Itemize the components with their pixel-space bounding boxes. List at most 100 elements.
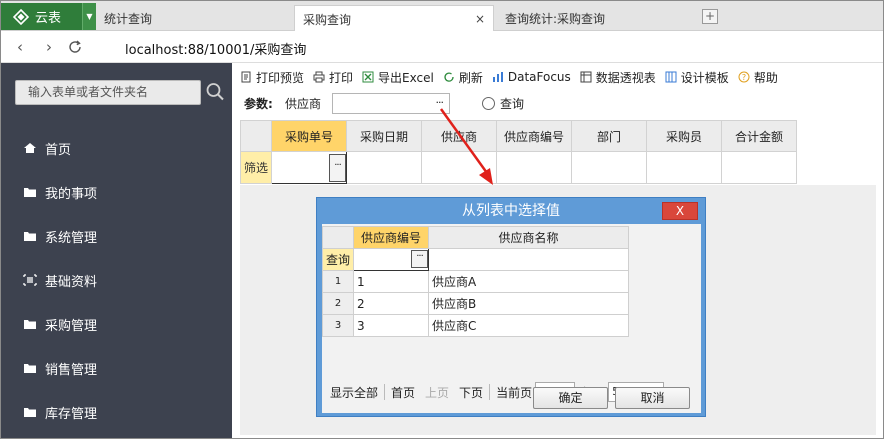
grid-column-header[interactable]: 合计金额 [721, 120, 797, 152]
ellipsis-icon[interactable]: ··· [411, 250, 428, 268]
forward-icon[interactable]: › [46, 38, 52, 56]
app-brand[interactable]: 云表 ▼ [1, 3, 96, 30]
tab-purchase-query[interactable]: 采购查询 × [294, 5, 494, 32]
pivot-table-label: 数据透视表 [595, 70, 656, 85]
datafocus-label: DataFocus [507, 70, 571, 84]
dialog-filter-name[interactable] [428, 248, 629, 271]
design-template-label: 设计模板 [680, 70, 729, 85]
print-button[interactable]: 打印 [313, 69, 353, 86]
bar-chart-icon [492, 72, 503, 82]
sidebar-item-my-tasks[interactable]: 我的事项 [23, 182, 97, 202]
annotation-arrow [439, 108, 493, 185]
supplier-name[interactable]: 供应商A [428, 270, 629, 293]
toolbar: 打印预览 打印 导出Excel 刷新 DataFocus 数据透视表 设计模板 … [240, 66, 787, 88]
prev-page-link[interactable]: 上页 [425, 384, 449, 401]
supplier-param-label: 供应商 [285, 97, 322, 111]
first-page-link[interactable]: 首页 [391, 384, 415, 401]
printer-icon [313, 71, 325, 83]
search-input[interactable]: 输入表单或者文件夹名 [15, 80, 201, 105]
ellipsis-icon[interactable]: ··· [329, 154, 346, 182]
dialog-grid-corner [322, 226, 354, 249]
sidebar-item-home[interactable]: 首页 [23, 138, 71, 158]
sidebar-item-label: 库存管理 [45, 406, 98, 422]
design-template-button[interactable]: 设计模板 [665, 69, 729, 86]
help-icon: ? [738, 71, 750, 83]
supplier-list-grid: 供应商编号 供应商名称 查询 ··· 1 1 供应商A 2 2 供应商B 3 3 [322, 226, 629, 337]
supplier-name[interactable]: 供应商C [428, 314, 629, 337]
filter-cell[interactable] [571, 151, 647, 184]
supplier-name[interactable]: 供应商B [428, 292, 629, 315]
new-tab-button[interactable]: + [702, 9, 718, 24]
supplier-code[interactable]: 2 [353, 292, 429, 315]
filter-cell[interactable] [346, 151, 422, 184]
ok-button[interactable]: 确定 [533, 387, 608, 409]
divider [489, 384, 491, 400]
supplier-code[interactable]: 1 [353, 270, 429, 293]
folder-icon [24, 364, 36, 373]
sidebar-item-label: 系统管理 [45, 230, 98, 246]
grid-column-header[interactable]: 供应商编号 [496, 120, 572, 152]
grid-column-header[interactable]: 采购日期 [346, 120, 422, 152]
refresh-button[interactable]: 刷新 [443, 69, 483, 86]
grid-column-header[interactable]: 部门 [571, 120, 647, 152]
home-icon [24, 143, 36, 153]
dialog-column-header[interactable]: 供应商编号 [353, 226, 429, 249]
design-template-icon [665, 71, 677, 83]
dialog-filter-code[interactable]: ··· [353, 248, 429, 271]
app-name: 云表 [35, 11, 62, 26]
sidebar-item-sales[interactable]: 销售管理 [23, 358, 97, 378]
dialog-query-label: 查询 [322, 248, 354, 271]
supplier-param-input[interactable]: ··· [332, 93, 450, 114]
refresh-icon[interactable] [67, 39, 83, 55]
tab-bar: 云表 ▼ 统计查询 采购查询 × 查询统计:采购查询 + [1, 1, 883, 32]
table-row[interactable]: 2 2 供应商B [322, 292, 629, 315]
supplier-code[interactable]: 3 [353, 314, 429, 337]
filter-cell[interactable] [646, 151, 722, 184]
divider [384, 384, 386, 400]
grid-corner [240, 120, 272, 152]
sidebar-item-inventory[interactable]: 库存管理 [23, 402, 97, 422]
help-label: 帮助 [753, 70, 778, 85]
table-row[interactable]: 1 1 供应商A [322, 270, 629, 293]
sidebar-item-label: 我的事项 [45, 186, 98, 202]
dialog-grid-header-row: 供应商编号 供应商名称 [322, 226, 629, 249]
grid-column-header[interactable]: 采购员 [646, 120, 722, 152]
current-page-label: 当前页 [496, 385, 533, 400]
filter-cell[interactable] [721, 151, 797, 184]
folder-icon [24, 320, 36, 329]
export-excel-button[interactable]: 导出Excel [362, 69, 434, 86]
sidebar-item-system[interactable]: 系统管理 [23, 226, 97, 246]
cancel-button[interactable]: 取消 [615, 387, 690, 409]
print-preview-button[interactable]: 打印预览 [240, 69, 304, 86]
tab-query-statistics-purchase[interactable]: 查询统计:采购查询 [497, 5, 692, 31]
barcode-icon [23, 274, 37, 286]
dialog-close-button[interactable]: X [662, 202, 698, 220]
filter-cell[interactable] [496, 151, 572, 184]
dialog-title: 从列表中选择值 [462, 203, 560, 219]
table-row[interactable]: 3 3 供应商C [322, 314, 629, 337]
help-button[interactable]: ? 帮助 [738, 69, 778, 86]
show-all-link[interactable]: 显示全部 [330, 384, 378, 401]
refresh-icon [444, 72, 454, 82]
search-icon[interactable] [206, 82, 224, 102]
sidebar-item-label: 基础资料 [45, 274, 98, 290]
grid-header-row: 采购单号 采购日期 供应商 供应商编号 部门 采购员 合计金额 [240, 120, 797, 152]
close-icon[interactable]: × [475, 12, 485, 26]
sidebar-item-basic-data[interactable]: 基础资料 [23, 270, 97, 290]
datafocus-button[interactable]: DataFocus [492, 70, 571, 84]
chevron-down-icon[interactable]: ▼ [82, 3, 96, 30]
grid-column-header[interactable]: 采购单号 [271, 120, 347, 152]
url-text[interactable]: localhost:88/10001/采购查询 [125, 39, 306, 58]
sidebar-item-label: 采购管理 [45, 318, 98, 334]
pivot-table-button[interactable]: 数据透视表 [580, 69, 656, 86]
back-icon[interactable]: ‹ [17, 38, 23, 56]
refresh-label: 刷新 [458, 70, 483, 85]
sidebar-item-purchase[interactable]: 采购管理 [23, 314, 97, 334]
folder-icon [24, 408, 36, 417]
dialog-column-header[interactable]: 供应商名称 [428, 226, 629, 249]
tab-label: 统计查询 [104, 11, 153, 26]
filter-cell-order-no[interactable]: ··· [271, 151, 347, 184]
tab-statistics-query[interactable]: 统计查询 [96, 5, 291, 31]
row-number: 3 [322, 314, 354, 337]
next-page-link[interactable]: 下页 [459, 384, 483, 401]
